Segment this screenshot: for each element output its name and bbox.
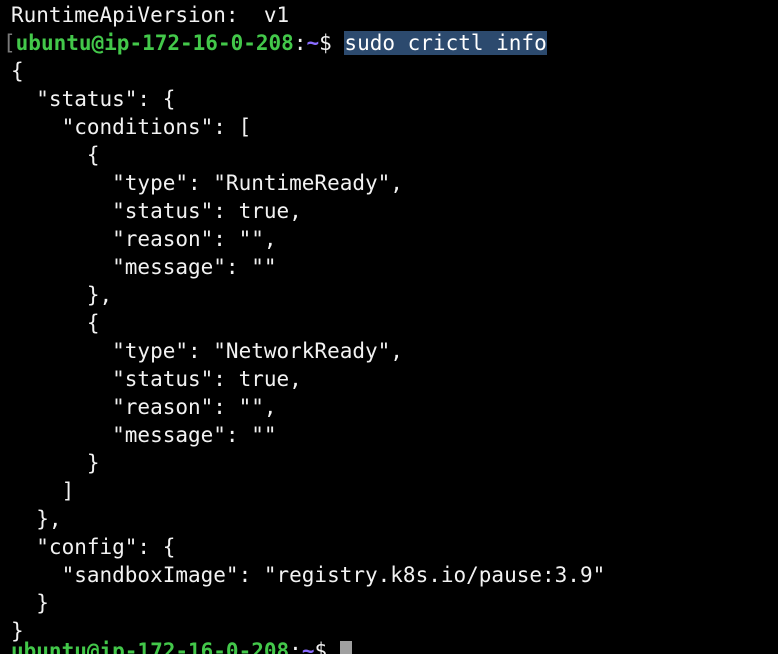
active-prompt-line[interactable]: ubuntu@ip-172-16-0-208:~$ [11, 637, 352, 654]
json-output-line: "type": "NetworkReady", [11, 339, 403, 363]
json-output-line: "status": true, [11, 199, 302, 223]
json-output-line: "reason": "", [11, 227, 277, 251]
json-output-line: "type": "RuntimeReady", [11, 171, 403, 195]
text-cursor[interactable] [339, 641, 352, 654]
command-prompt-line: [ubuntu@ip-172-16-0-208:~$ sudo crictl i… [3, 29, 547, 57]
json-output-line: }, [11, 507, 62, 531]
prompt-user-host: ubuntu@ip-172-16-0-208 [11, 639, 290, 654]
json-output-line: "reason": "", [11, 395, 277, 419]
prompt-colon: : [293, 31, 307, 55]
runtime-api-version-line: RuntimeApiVersion: v1 [11, 3, 290, 27]
json-output-line: ] [11, 479, 75, 503]
json-output-line: "conditions": [ [11, 115, 252, 139]
json-output-line: "message": "" [11, 255, 277, 279]
prompt-path: ~ [301, 639, 315, 654]
json-output-line: { [11, 59, 24, 83]
prompt-symbol: $ [314, 639, 340, 654]
prompt-symbol: $ [319, 31, 345, 55]
json-output-line: "status": { [11, 87, 176, 111]
prompt-path: ~ [306, 31, 320, 55]
json-output-line: "sandboxImage": "registry.k8s.io/pause:3… [11, 563, 606, 587]
json-output-line: "config": { [11, 535, 176, 559]
json-output-line: "message": "" [11, 423, 277, 447]
json-output-line: { [11, 143, 100, 167]
json-output-line: } [11, 591, 49, 615]
terminal-window[interactable]: RuntimeApiVersion: v1 [ubuntu@ip-172-16-… [0, 0, 778, 654]
json-output-line: "status": true, [11, 367, 302, 391]
json-output-line: { [11, 311, 100, 335]
prompt-user-host: ubuntu@ip-172-16-0-208 [15, 31, 294, 55]
json-output-line: } [11, 451, 100, 475]
selected-command[interactable]: sudo crictl info [344, 31, 547, 55]
prompt-bracket: [ [3, 31, 16, 55]
prompt-colon: : [289, 639, 302, 654]
json-output-line: }, [11, 283, 113, 307]
